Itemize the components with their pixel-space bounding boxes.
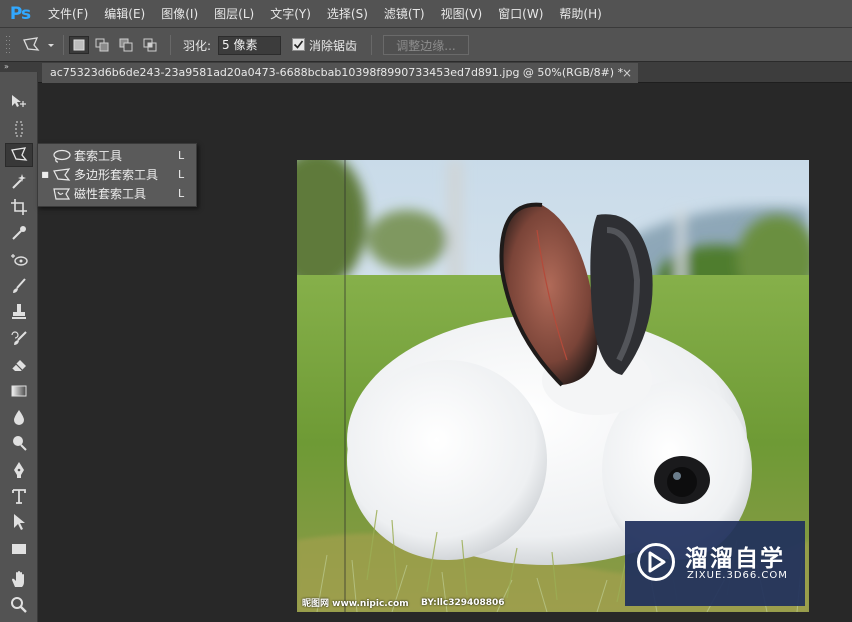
zixue-logo: 溜溜自学 ZIXUE.3D66.COM (625, 521, 805, 606)
menu-image[interactable]: 图像(I) (153, 0, 206, 28)
tool-dodge[interactable] (5, 431, 33, 455)
logo-brand-text: 溜溜自学 (685, 546, 785, 572)
active-marker: ■ (41, 170, 49, 179)
brush-icon (13, 278, 26, 293)
tool-history-brush[interactable] (5, 327, 33, 351)
pen-icon (14, 462, 24, 478)
flyout-item-shortcut: L (178, 168, 185, 181)
gradient-icon (11, 385, 27, 397)
toolbar-collapse-icon[interactable]: » (0, 62, 38, 72)
tool-hand[interactable] (5, 567, 33, 591)
blur-drop-icon (14, 410, 24, 425)
flyout-item-shortcut: L (178, 187, 185, 200)
add-to-selection-button[interactable] (92, 36, 112, 54)
menu-type[interactable]: 文字(Y) (262, 0, 319, 28)
eyedropper-icon (12, 226, 26, 240)
dodge-icon (13, 436, 27, 451)
subtract-from-selection-button[interactable] (116, 36, 136, 54)
hand-icon (12, 571, 24, 587)
flyout-item-shortcut: L (178, 149, 185, 162)
antialias-checkbox[interactable] (292, 38, 305, 51)
tool-rectangle[interactable] (5, 537, 33, 561)
play-icon (637, 543, 675, 581)
magic-wand-icon (12, 174, 26, 189)
tool-crop[interactable] (5, 195, 33, 219)
menu-filter[interactable]: 滤镜(T) (376, 0, 433, 28)
marquee-icon (15, 121, 23, 137)
author-watermark: BY:llc329408806 (421, 598, 505, 608)
menu-bar: Ps 文件(F) 编辑(E) 图像(I) 图层(L) 文字(Y) 选择(S) 滤… (0, 0, 852, 28)
feather-label: 羽化: (183, 39, 212, 53)
menu-edit[interactable]: 编辑(E) (96, 0, 153, 28)
magnetic-lasso-icon (52, 186, 74, 202)
tool-eyedropper[interactable] (5, 221, 33, 245)
nipic-watermark: 昵图网 www.nipic.com (302, 599, 409, 609)
checkmark-icon (293, 40, 304, 49)
move-icon (12, 95, 26, 107)
flyout-item-label: 多边形套索工具 (74, 168, 159, 182)
crop-icon (11, 199, 27, 215)
tool-eraser[interactable] (5, 353, 33, 377)
tool-brush[interactable] (5, 274, 33, 298)
tool-path-selection[interactable] (5, 510, 33, 534)
tool-type[interactable] (5, 484, 33, 508)
new-selection-button[interactable] (69, 36, 89, 54)
document-tab-strip: ac75323d6b6de243-23a9581ad20a0473-6688bc… (38, 62, 852, 83)
path-selection-icon (14, 514, 25, 530)
flyout-item-magnetic-lasso[interactable]: 磁性套索工具 L (38, 184, 196, 203)
tool-move[interactable] (5, 90, 33, 114)
tools-panel: » (0, 62, 38, 622)
photoshop-logo: Ps (9, 3, 31, 24)
lasso-tool-flyout: 套索工具 L ■ 多边形套索工具 L 磁性套索工具 L (37, 143, 197, 207)
eraser-icon (11, 360, 26, 371)
feather-input[interactable]: 5 像素 (218, 36, 281, 55)
flyout-item-polygonal-lasso[interactable]: ■ 多边形套索工具 L (38, 165, 196, 184)
separator (63, 35, 64, 55)
tool-marquee[interactable] (5, 117, 33, 141)
logo-url-text: ZIXUE.3D66.COM (687, 570, 788, 581)
document-tab-title: ac75323d6b6de243-23a9581ad20a0473-6688bc… (50, 66, 624, 79)
rectangle-icon (12, 544, 26, 554)
type-icon (12, 489, 26, 504)
menu-file[interactable]: 文件(F) (40, 0, 96, 28)
menu-help[interactable]: 帮助(H) (551, 0, 609, 28)
polygonal-lasso-icon (52, 167, 74, 183)
close-icon[interactable]: × (622, 63, 632, 83)
intersect-selection-button[interactable] (140, 36, 160, 54)
antialias-label: 消除锯齿 (309, 39, 358, 53)
menu-layer[interactable]: 图层(L) (206, 0, 262, 28)
tool-polygonal-lasso[interactable] (5, 143, 33, 167)
polygonal-lasso-icon (23, 37, 54, 51)
stamp-icon (12, 304, 26, 319)
document-tab[interactable]: ac75323d6b6de243-23a9581ad20a0473-6688bc… (42, 63, 638, 83)
tool-pen[interactable] (5, 458, 33, 482)
tool-magic-wand[interactable] (5, 169, 33, 193)
menu-window[interactable]: 窗口(W) (490, 0, 551, 28)
separator (170, 35, 171, 55)
options-bar-grip[interactable] (4, 28, 12, 62)
tool-preset-picker[interactable] (20, 35, 58, 55)
refine-edge-button[interactable]: 调整边缘... (383, 35, 469, 55)
lasso-icon (52, 148, 74, 164)
menu-select[interactable]: 选择(S) (319, 0, 376, 28)
menu-view[interactable]: 视图(V) (433, 0, 491, 28)
flyout-item-lasso[interactable]: 套索工具 L (38, 146, 196, 165)
flyout-item-label: 套索工具 (74, 149, 123, 163)
options-bar: 羽化: 5 像素 消除锯齿 调整边缘... (0, 28, 852, 62)
tool-gradient[interactable] (5, 379, 33, 403)
healing-brush-icon (11, 254, 28, 266)
zoom-icon (11, 597, 27, 613)
tool-spot-healing[interactable] (5, 248, 33, 272)
polygonal-lasso-icon (11, 147, 28, 161)
history-brush-icon (11, 331, 27, 345)
flyout-item-label: 磁性套索工具 (74, 187, 147, 201)
separator (371, 35, 372, 55)
tool-clone-stamp[interactable] (5, 300, 33, 324)
tool-zoom[interactable] (5, 593, 33, 617)
tool-blur[interactable] (5, 405, 33, 429)
